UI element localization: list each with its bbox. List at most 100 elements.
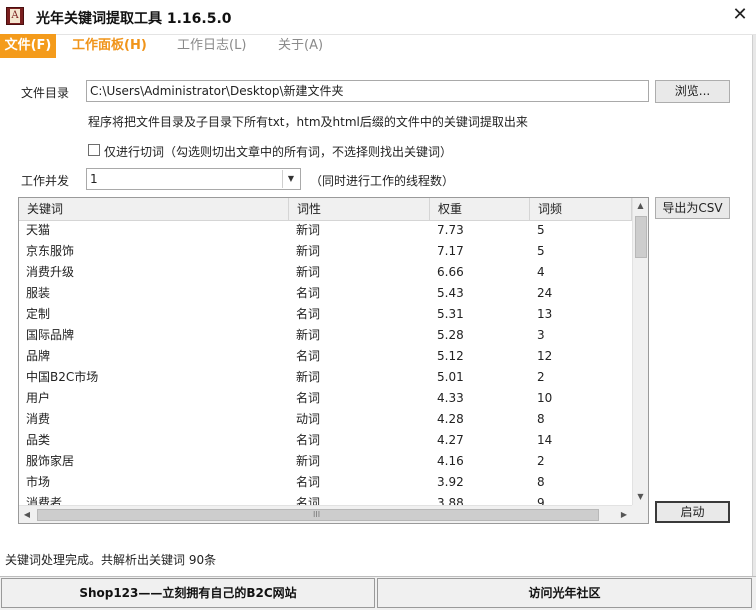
- segment-checkbox[interactable]: [88, 144, 100, 156]
- cell-keyword: 定制: [26, 307, 51, 321]
- hint-text: 程序将把文件目录及子目录下所有txt，htm及html后缀的文件中的关键词提取出…: [88, 115, 528, 129]
- cell-keyword: 品类: [26, 433, 51, 447]
- cell-weight: 4.16: [437, 454, 464, 468]
- cell-keyword: 用户: [26, 391, 51, 405]
- cell-frequency: 8: [537, 475, 545, 489]
- dir-input[interactable]: C:\Users\Administrator\Desktop\新建文件夹: [86, 80, 649, 102]
- community-link-button[interactable]: 访问光年社区: [377, 578, 752, 608]
- column-header-weight[interactable]: 权重: [430, 198, 530, 220]
- table-row[interactable]: 京东服饰 新词 7.17 5: [19, 241, 632, 262]
- scroll-up-icon[interactable]: ▲: [633, 198, 648, 214]
- cell-keyword: 品牌: [26, 349, 51, 363]
- table-row[interactable]: 服饰家居 新词 4.16 2: [19, 451, 632, 472]
- horizontal-scrollbar[interactable]: ◀ III ▶: [19, 505, 632, 523]
- cell-frequency: 4: [537, 265, 545, 279]
- table-row[interactable]: 用户 名词 4.33 10: [19, 388, 632, 409]
- table-row[interactable]: 品类 名词 4.27 14: [19, 430, 632, 451]
- cell-weight: 5.28: [437, 328, 464, 342]
- cell-pos: 新词: [296, 370, 321, 384]
- cell-keyword: 消费者: [26, 496, 63, 505]
- column-header-keyword[interactable]: 关键词: [19, 198, 289, 220]
- cell-frequency: 12: [537, 349, 553, 363]
- cell-keyword: 服装: [26, 286, 51, 300]
- table-row[interactable]: 品牌 名词 5.12 12: [19, 346, 632, 367]
- status-text: 关键词处理完成。共解析出关键词 90条: [5, 553, 217, 567]
- cell-pos: 名词: [296, 496, 321, 505]
- cell-weight: 4.28: [437, 412, 464, 426]
- table-header: 关键词 词性 权重 词频: [19, 198, 632, 221]
- browse-button[interactable]: 浏览...: [655, 80, 730, 103]
- cell-frequency: 2: [537, 370, 545, 384]
- concurrency-select[interactable]: 1 ▼: [86, 168, 301, 190]
- dir-label: 文件目录: [21, 86, 70, 100]
- export-csv-button[interactable]: 导出为CSV: [655, 197, 730, 219]
- cell-frequency: 24: [537, 286, 553, 300]
- table-row[interactable]: 服装 名词 5.43 24: [19, 283, 632, 304]
- cell-pos: 新词: [296, 454, 321, 468]
- cell-weight: 6.66: [437, 265, 464, 279]
- cell-pos: 名词: [296, 475, 321, 489]
- cell-weight: 7.17: [437, 244, 464, 258]
- column-header-pos[interactable]: 词性: [289, 198, 430, 220]
- table-row[interactable]: 市场 名词 3.92 8: [19, 472, 632, 493]
- vertical-scrollbar[interactable]: ▲ ▼: [632, 198, 648, 505]
- close-icon[interactable]: ✕: [728, 3, 752, 27]
- cell-frequency: 13: [537, 307, 553, 321]
- menu-about[interactable]: 关于(A): [278, 34, 323, 58]
- cell-weight: 5.01: [437, 370, 464, 384]
- shop123-link-button[interactable]: Shop123——立刻拥有自己的B2C网站: [1, 578, 375, 608]
- cell-keyword: 服饰家居: [26, 454, 75, 468]
- keyword-table: 关键词 词性 权重 词频 天猫 新词 7.73 5 京东服饰 新词 7.17 5 消费升级 新词 6…: [18, 197, 649, 524]
- table-body: 天猫 新词 7.73 5 京东服饰 新词 7.17 5 消费升级 新词 6.66 4 服装 名词 5.43 2…: [19, 220, 632, 505]
- table-row[interactable]: 定制 名词 5.31 13: [19, 304, 632, 325]
- cell-weight: 7.73: [437, 223, 464, 237]
- cell-weight: 3.92: [437, 475, 464, 489]
- cell-keyword: 中国B2C市场: [26, 370, 99, 384]
- cell-frequency: 10: [537, 391, 553, 405]
- vertical-scroll-thumb[interactable]: [635, 216, 647, 258]
- table-row[interactable]: 消费 动词 4.28 8: [19, 409, 632, 430]
- cell-frequency: 5: [537, 244, 545, 258]
- scroll-right-icon[interactable]: ▶: [616, 506, 632, 523]
- segment-checkbox-label[interactable]: 仅进行切词（勾选则切出文章中的所有词，不选择则找出关键词）: [104, 143, 452, 160]
- cell-frequency: 9: [537, 496, 545, 505]
- table-row[interactable]: 消费者 名词 3.88 9: [19, 493, 632, 505]
- horizontal-scroll-thumb[interactable]: III: [37, 509, 599, 521]
- cell-pos: 名词: [296, 349, 321, 363]
- cell-pos: 名词: [296, 391, 321, 405]
- cell-pos: 新词: [296, 223, 321, 237]
- scroll-down-icon[interactable]: ▼: [633, 489, 648, 505]
- cell-keyword: 天猫: [26, 223, 51, 237]
- cell-keyword: 国际品牌: [26, 328, 75, 342]
- cell-keyword: 京东服饰: [26, 244, 75, 258]
- cell-pos: 新词: [296, 328, 321, 342]
- window-title: 光年关键词提取工具 1.16.5.0: [36, 11, 232, 27]
- menu-work-log[interactable]: 工作日志(L): [177, 34, 246, 58]
- cell-frequency: 2: [537, 454, 545, 468]
- scroll-corner: [632, 505, 648, 523]
- table-row[interactable]: 消费升级 新词 6.66 4: [19, 262, 632, 283]
- column-header-frequency[interactable]: 词频: [530, 198, 632, 220]
- start-button[interactable]: 启动: [655, 501, 730, 523]
- cell-weight: 4.33: [437, 391, 464, 405]
- cell-pos: 新词: [296, 244, 321, 258]
- menu-file[interactable]: 文件(F): [0, 34, 56, 58]
- chevron-down-icon[interactable]: ▼: [282, 170, 299, 188]
- cell-frequency: 5: [537, 223, 545, 237]
- scroll-left-icon[interactable]: ◀: [19, 506, 35, 523]
- cell-weight: 5.43: [437, 286, 464, 300]
- window-edge: [752, 35, 756, 576]
- concurrency-value: 1: [90, 172, 98, 186]
- cell-keyword: 市场: [26, 475, 51, 489]
- table-row[interactable]: 天猫 新词 7.73 5: [19, 220, 632, 241]
- table-row[interactable]: 中国B2C市场 新词 5.01 2: [19, 367, 632, 388]
- cell-weight: 4.27: [437, 433, 464, 447]
- cell-frequency: 14: [537, 433, 553, 447]
- cell-pos: 名词: [296, 307, 321, 321]
- cell-keyword: 消费: [26, 412, 51, 426]
- table-row[interactable]: 国际品牌 新词 5.28 3: [19, 325, 632, 346]
- cell-weight: 5.12: [437, 349, 464, 363]
- cell-pos: 动词: [296, 412, 321, 426]
- cell-weight: 3.88: [437, 496, 464, 505]
- menu-work-panel[interactable]: 工作面板(H): [72, 34, 147, 58]
